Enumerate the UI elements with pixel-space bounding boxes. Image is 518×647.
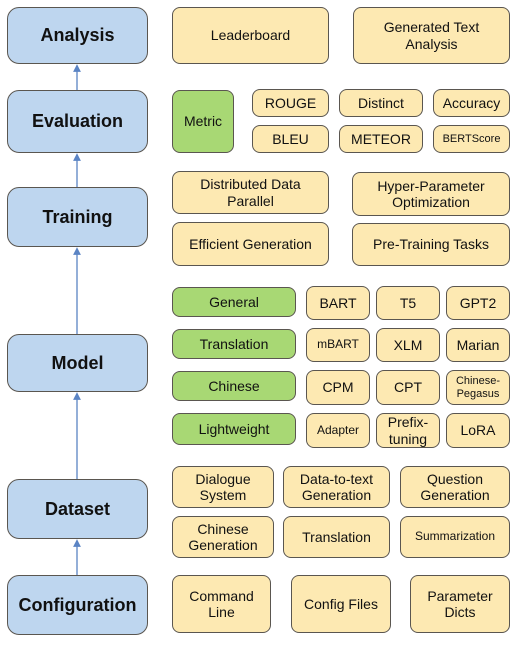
stage-configuration: Configuration — [7, 575, 148, 635]
stage-model: Model — [7, 334, 148, 392]
item-efficient-generation: Efficient Generation — [172, 222, 329, 266]
config-parameter-dicts: Parameter Dicts — [410, 575, 510, 633]
category-metric: Metric — [172, 90, 234, 153]
model-bart: BART — [306, 286, 370, 320]
model-cpt: CPT — [376, 370, 440, 405]
metric-meteor: METEOR — [339, 125, 423, 153]
model-mbart: mBART — [306, 328, 370, 362]
model-t5: T5 — [376, 286, 440, 320]
stage-evaluation: Evaluation — [7, 90, 148, 153]
dataset-question-generation: Question Generation — [400, 466, 510, 508]
method-lora: LoRA — [446, 413, 510, 448]
category-general: General — [172, 287, 296, 317]
method-adapter: Adapter — [306, 413, 370, 448]
config-command-line: Command Line — [172, 575, 271, 633]
metric-distinct: Distinct — [339, 89, 423, 117]
dataset-dialogue-system: Dialogue System — [172, 466, 274, 508]
model-marian: Marian — [446, 328, 510, 362]
model-cpm: CPM — [306, 370, 370, 405]
model-chinese-pegasus: Chinese-Pegasus — [446, 370, 510, 405]
dataset-translation: Translation — [283, 516, 390, 558]
item-pre-training-tasks: Pre-Training Tasks — [352, 223, 510, 266]
metric-rouge: ROUGE — [252, 89, 329, 117]
category-lightweight: Lightweight — [172, 413, 296, 445]
dataset-summarization: Summarization — [400, 516, 510, 558]
config-config-files: Config Files — [291, 575, 391, 633]
method-prefix-tuning: Prefix-tuning — [376, 413, 440, 448]
stage-analysis: Analysis — [7, 7, 148, 64]
item-leaderboard: Leaderboard — [172, 7, 329, 64]
stage-training: Training — [7, 187, 148, 247]
item-generated-text-analysis: Generated Text Analysis — [353, 7, 510, 64]
category-translation: Translation — [172, 329, 296, 359]
item-distributed-data-parallel: Distributed Data Parallel — [172, 171, 329, 214]
metric-accuracy: Accuracy — [433, 89, 510, 117]
item-hyper-parameter-optimization: Hyper-Parameter Optimization — [352, 172, 510, 216]
dataset-data-to-text-generation: Data-to-text Generation — [283, 466, 390, 508]
model-xlm: XLM — [376, 328, 440, 362]
dataset-chinese-generation: Chinese Generation — [172, 516, 274, 558]
metric-bertscore: BERTScore — [433, 125, 510, 153]
category-chinese: Chinese — [172, 371, 296, 401]
metric-bleu: BLEU — [252, 125, 329, 153]
model-gpt2: GPT2 — [446, 286, 510, 320]
stage-dataset: Dataset — [7, 479, 148, 539]
